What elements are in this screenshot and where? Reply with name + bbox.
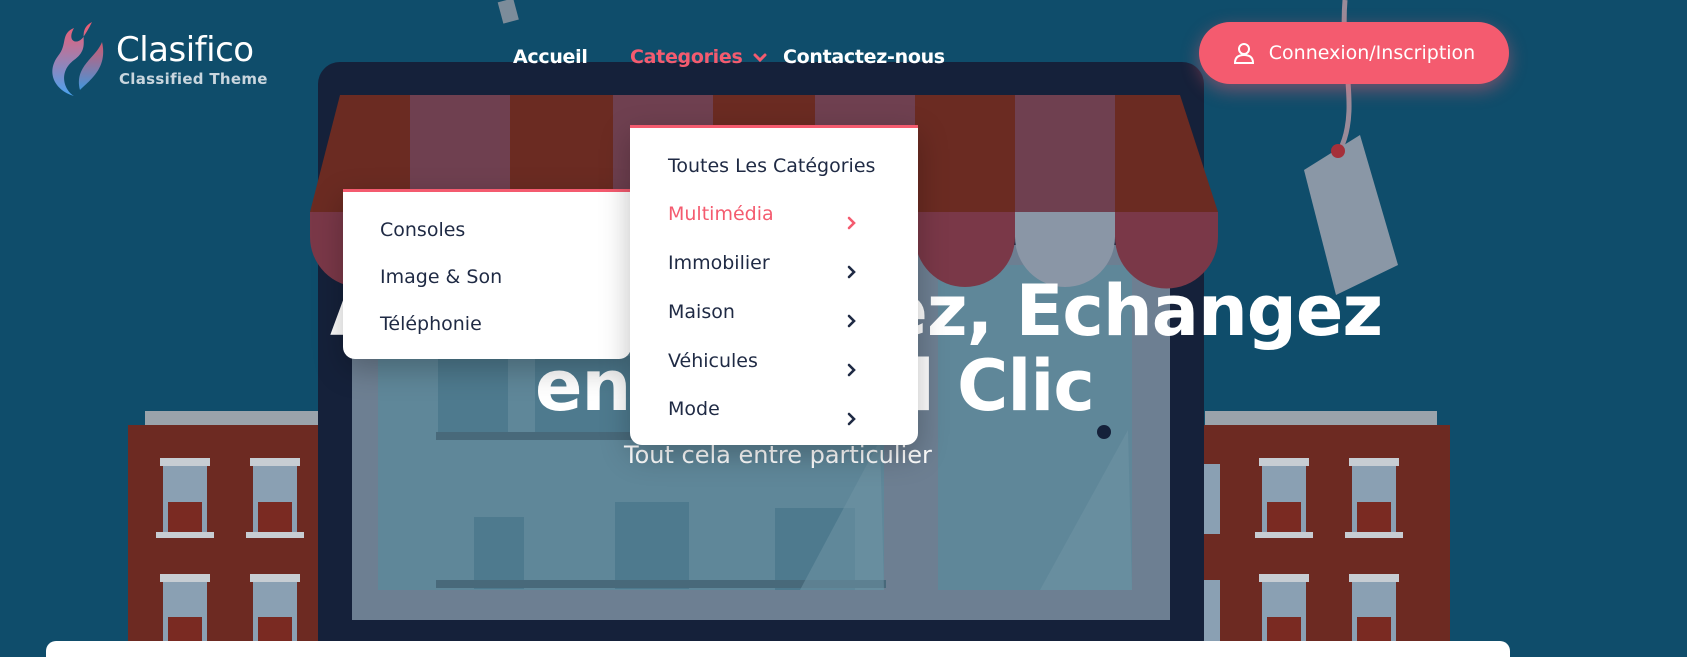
category-item-maison[interactable]: Maison (668, 301, 735, 323)
hero-subtitle: Tout cela entre particulier (624, 441, 932, 469)
chevron-right-icon (847, 314, 856, 328)
brand-tagline: Classified Theme (119, 70, 268, 88)
user-icon (1233, 43, 1254, 64)
category-item-all[interactable]: Toutes Les Catégories (668, 155, 875, 177)
category-item-mode[interactable]: Mode (668, 398, 720, 420)
category-item-immobilier[interactable]: Immobilier (668, 252, 770, 274)
chevron-right-icon (847, 412, 856, 426)
nav-categories-link[interactable]: Categories (630, 46, 767, 68)
nav-categories-label: Categories (630, 46, 743, 68)
chevron-right-icon (847, 265, 856, 279)
brand-name: Clasifico (116, 30, 254, 70)
chevron-down-icon (753, 53, 767, 62)
chevron-right-icon (847, 216, 856, 230)
category-item-multimedia[interactable]: Multimédia (668, 203, 774, 225)
submenu-item-image-son[interactable]: Image & Son (380, 266, 502, 288)
submenu-item-consoles[interactable]: Consoles (380, 219, 465, 241)
multimedia-submenu: Consoles Image & Son Téléphonie (343, 189, 631, 359)
categories-dropdown: Toutes Les Catégories Multimédia Immobil… (630, 125, 918, 445)
submenu-item-telephonie[interactable]: Téléphonie (380, 313, 482, 335)
chevron-right-icon (847, 363, 856, 377)
login-register-label: Connexion/Inscription (1268, 42, 1476, 64)
login-register-button[interactable]: Connexion/Inscription (1199, 22, 1509, 84)
category-item-vehicules[interactable]: Véhicules (668, 350, 758, 372)
brand-logo[interactable]: Clasifico Classified Theme (44, 20, 274, 96)
nav-contact-link[interactable]: Contactez-nous (783, 46, 945, 68)
logo-flame-icon (52, 22, 104, 96)
search-panel (46, 641, 1510, 657)
nav-home-link[interactable]: Accueil (513, 46, 588, 68)
